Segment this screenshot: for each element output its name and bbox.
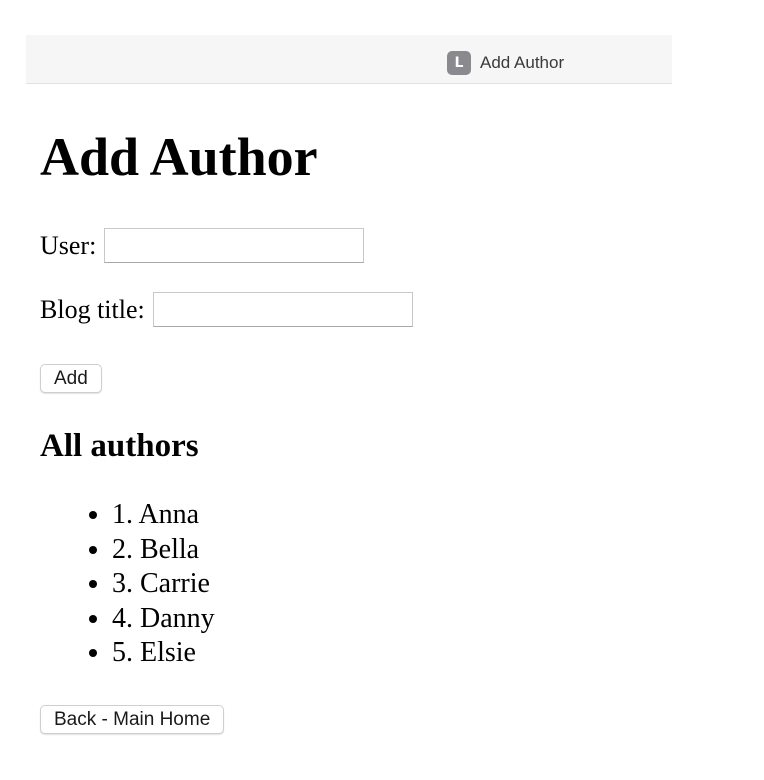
user-label: User: xyxy=(40,230,97,260)
browser-tab-bar: L Add Author xyxy=(26,35,672,84)
favicon-icon: L xyxy=(447,51,471,75)
page-title: Add Author xyxy=(40,127,318,187)
list-item: 2. Bella xyxy=(112,533,215,568)
list-item: 3. Carrie xyxy=(112,567,215,602)
back-main-home-button[interactable]: Back - Main Home xyxy=(40,705,225,734)
blog-title-input[interactable] xyxy=(152,292,413,327)
blog-title-field-row: Blog title: xyxy=(40,292,413,327)
tab-title: Add Author xyxy=(480,53,565,72)
authors-list: 1. Anna 2. Bella 3. Carrie 4. Danny 5. E… xyxy=(40,498,215,671)
browser-tab[interactable]: L Add Author xyxy=(447,51,564,75)
add-button[interactable]: Add xyxy=(40,364,102,393)
user-field-row: User: xyxy=(40,228,365,263)
list-item: 1. Anna xyxy=(112,498,215,533)
blog-title-label: Blog title: xyxy=(40,294,145,324)
authors-heading: All authors xyxy=(40,428,199,464)
list-item: 4. Danny xyxy=(112,602,215,637)
list-item: 5. Elsie xyxy=(112,636,215,671)
user-input[interactable] xyxy=(104,228,365,263)
